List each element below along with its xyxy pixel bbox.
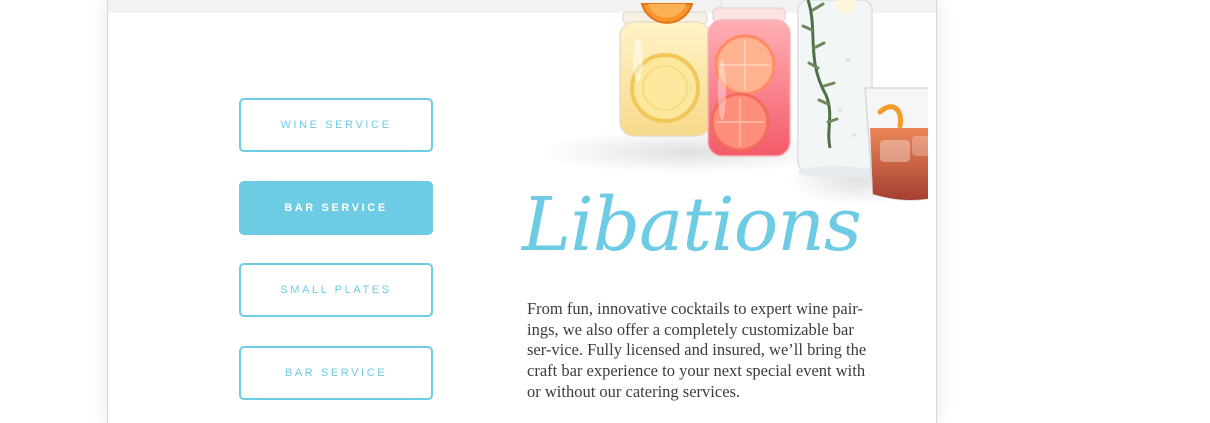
libations-description: From fun, innovative cocktails to expert…: [527, 299, 867, 401]
page: WINE SERVICE BAR SERVICE SMALL PLATES BA…: [0, 0, 1210, 423]
libations-title: Libations: [522, 182, 862, 268]
small-plates-button[interactable]: SMALL PLATES: [239, 263, 433, 317]
pink-drink-jar: [707, 0, 791, 157]
bar-service-button[interactable]: BAR SERVICE: [239, 181, 433, 235]
old-fashioned-glass: [864, 87, 928, 201]
bar-service-button-2[interactable]: BAR SERVICE: [239, 346, 433, 400]
content-card: WINE SERVICE BAR SERVICE SMALL PLATES BA…: [107, 0, 937, 423]
gin-tonic-glass: [797, 0, 873, 178]
lemonade-jar: [619, 11, 711, 137]
wine-service-button[interactable]: WINE SERVICE: [239, 98, 433, 152]
